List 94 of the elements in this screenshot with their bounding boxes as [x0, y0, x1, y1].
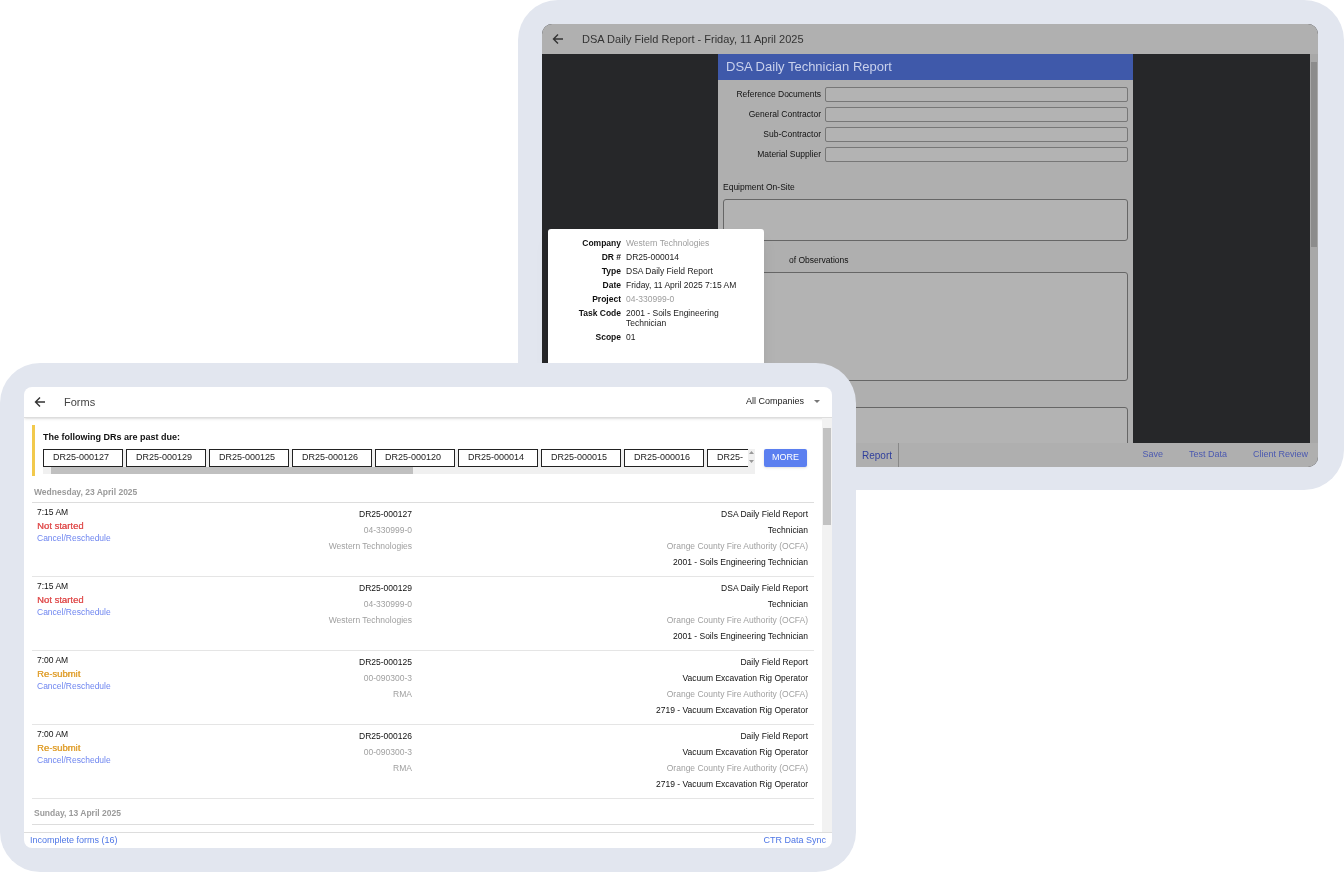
data-sync-link[interactable]: CTR Data Sync [763, 833, 826, 848]
detail-value: 04-330999-0 [626, 294, 676, 304]
dr-chip[interactable]: DR25-000127 [43, 448, 123, 467]
scrollbar-thumb[interactable] [1311, 62, 1317, 247]
input-field[interactable] [825, 127, 1128, 142]
dr-number: DR25-000129 [359, 582, 412, 596]
action-link[interactable]: Client Review [1252, 448, 1308, 462]
dr-chip[interactable]: DR25-000014 [458, 448, 538, 467]
date-header: Wednesday, 23 April 2025 [32, 485, 814, 504]
window-title: DSA Daily Field Report - Friday, 11 April 2025 [582, 31, 804, 47]
cancel-reschedule-link[interactable]: Cancel/Reschedule [37, 532, 232, 546]
more-button[interactable]: MORE [764, 448, 807, 467]
detail-label: Project [591, 294, 621, 304]
action-link[interactable]: Save [1142, 448, 1163, 462]
page-title: Forms [64, 394, 96, 410]
status-text: Re-submit [37, 741, 81, 755]
dr-chip[interactable]: DR25-000126 [292, 448, 372, 467]
detail-label: Scope [594, 332, 621, 342]
task-code: 2719 - Vacuum Excavation Rig Operator [656, 778, 808, 792]
detail-value: 01 [626, 332, 637, 342]
client-name: Orange County Fire Authority (OCFA) [666, 614, 808, 628]
cancel-reschedule-link[interactable]: Cancel/Reschedule [37, 754, 232, 768]
company-dropdown[interactable]: All Companies [745, 395, 822, 409]
detail-label: DR # [600, 252, 621, 262]
task-code: 2001 - Soils Engineering Technician [673, 630, 808, 644]
vertical-scroll-arrows-icon[interactable] [748, 448, 755, 465]
dr-chip[interactable]: DR25-000129 [126, 448, 206, 467]
detail-label: Task Code [577, 308, 621, 320]
input-field[interactable] [825, 147, 1128, 162]
task-code: 2719 - Vacuum Excavation Rig Operator [656, 704, 808, 718]
detail-value: 2001 - Soils Engineering Technician [626, 308, 720, 328]
status-text: Not started [37, 519, 84, 533]
scrollbar-thumb[interactable] [823, 428, 831, 525]
report-type: Daily Field Report [740, 730, 808, 744]
detail-label: Date [601, 280, 621, 290]
form-header: DSA Daily Technician Report [718, 54, 1133, 80]
role-text: Vacuum Excavation Rig Operator [682, 746, 808, 760]
client-name: Orange County Fire Authority (OCFA) [666, 762, 808, 776]
dr-number: DR25-000127 [359, 508, 412, 522]
time-text: 7:15 AM [37, 580, 70, 594]
dr-chip[interactable]: DR25- [707, 448, 748, 467]
company-name: RMA [393, 688, 412, 702]
field-label: General Contractor [747, 108, 821, 121]
cancel-reschedule-link[interactable]: Cancel/Reschedule [37, 680, 232, 694]
role-text: Technician [767, 598, 808, 612]
role-text: Technician [767, 524, 808, 538]
input-field[interactable] [825, 107, 1128, 122]
client-name: Orange County Fire Authority (OCFA) [666, 540, 808, 554]
project-number: 00-090300-3 [363, 672, 412, 686]
status-text: Not started [37, 593, 84, 607]
field-label: Material Supplier [756, 148, 821, 161]
action-link[interactable]: Test Data [1188, 448, 1227, 462]
report-type: DSA Daily Field Report [721, 508, 808, 522]
company-name: Western Technologies [328, 614, 412, 628]
field-label: Reference Documents [735, 88, 821, 101]
role-text: Vacuum Excavation Rig Operator [682, 672, 808, 686]
dr-number: DR25-000126 [359, 730, 412, 744]
dr-chip[interactable]: DR25-000015 [541, 448, 621, 467]
client-name: Orange County Fire Authority (OCFA) [666, 688, 808, 702]
dr-chip[interactable]: DR25-000120 [375, 448, 455, 467]
project-number: 04-330999-0 [363, 524, 412, 538]
detail-value: DR25-000014 [626, 252, 680, 262]
incomplete-forms-link[interactable]: Incomplete forms (16) [30, 833, 118, 848]
task-code: 2001 - Soils Engineering Technician [673, 556, 808, 570]
scrollbar-thumb[interactable] [51, 466, 413, 474]
time-text: 7:00 AM [37, 654, 70, 668]
date-header: Sunday, 13 April 2025 [32, 807, 814, 825]
input-field[interactable] [825, 87, 1128, 102]
text-area[interactable] [723, 198, 1128, 241]
field-label: Sub-Contractor [762, 128, 821, 141]
detail-value: Western Technologies [626, 238, 711, 248]
section-label: Equipment On-Site [723, 181, 796, 194]
banner-title: The following DRs are past due: [43, 431, 181, 444]
report-type: DSA Daily Field Report [721, 582, 808, 596]
dr-chip[interactable]: DR25-000016 [624, 448, 704, 467]
dr-number: DR25-000125 [359, 656, 412, 670]
cancel-reschedule-link[interactable]: Cancel/Reschedule [37, 606, 232, 620]
report-type: Daily Field Report [740, 656, 808, 670]
dr-chip[interactable]: DR25-000125 [209, 448, 289, 467]
detail-label: Company [581, 238, 621, 248]
back-arrow-icon[interactable] [34, 396, 46, 408]
caret-icon [814, 400, 820, 404]
time-text: 7:15 AM [37, 506, 70, 520]
company-name: Western Technologies [328, 540, 412, 554]
detail-label: Type [600, 266, 621, 276]
detail-value: DSA Daily Field Report [626, 266, 714, 276]
project-number: 04-330999-0 [363, 598, 412, 612]
detail-value: Friday, 11 April 2025 7:15 AM [626, 280, 738, 290]
section-label: of Observations [788, 253, 850, 267]
status-text: Re-submit [37, 667, 81, 681]
company-name: RMA [393, 762, 412, 776]
project-number: 00-090300-3 [363, 746, 412, 760]
back-arrow-icon[interactable] [552, 33, 564, 45]
time-text: 7:00 AM [37, 728, 70, 742]
